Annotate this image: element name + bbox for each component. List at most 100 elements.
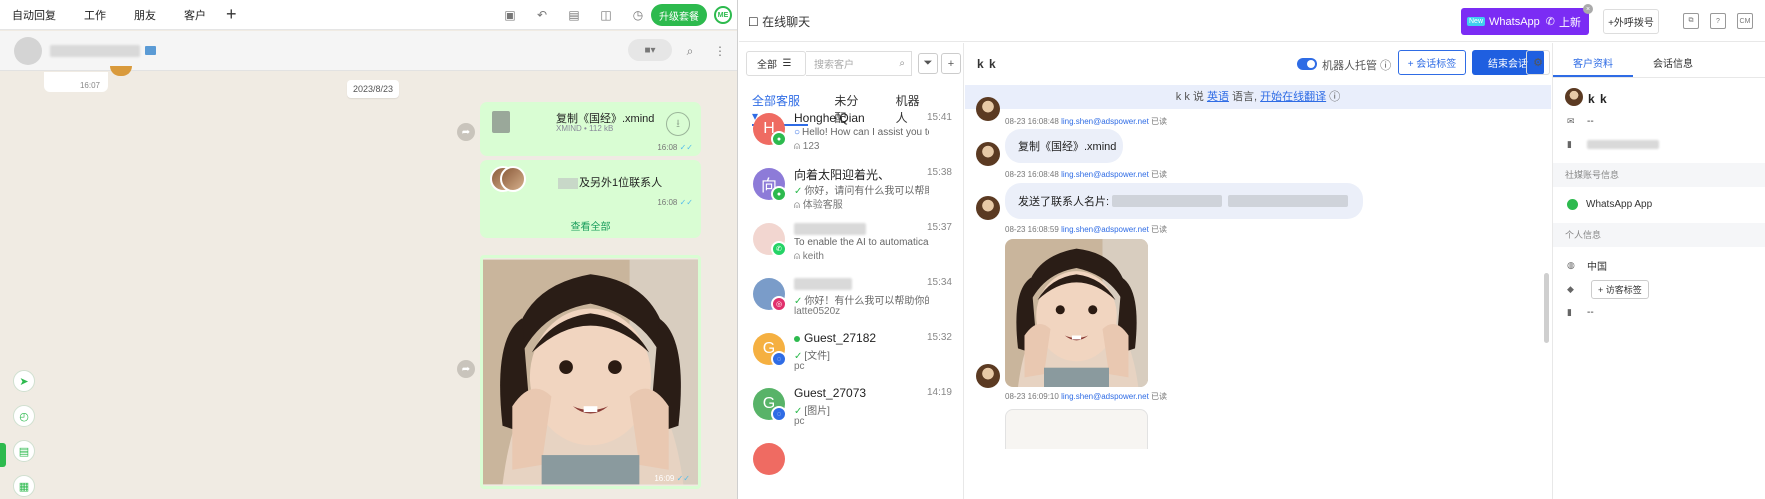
conversation-item[interactable]: 向 ● 向着太阳迎着光、 15:38 ✓ 你好，请问有什么我可以帮助... ⍝ 体… xyxy=(739,162,963,222)
photo-message[interactable] xyxy=(1005,239,1148,387)
text-message[interactable]: 复制《国经》.xmind xyxy=(1005,129,1123,163)
conversation-item[interactable]: H ● Honghe Qian 15:41 ○ Hello! How can I … xyxy=(739,107,963,167)
cm-icon[interactable]: CM xyxy=(1737,13,1753,29)
contact-text: 及另外1位联系人 xyxy=(558,174,662,190)
top-nav: 自动回复 工作 朋友 客户 + ▣ ↶ ▤ ◫ ◷ ▦ 升级套餐 ME xyxy=(0,0,737,30)
visitor-tag-button[interactable]: + 访客标签 xyxy=(1591,280,1649,299)
settings-icon[interactable]: ⚙ xyxy=(1526,50,1550,75)
schedule-icon[interactable]: ▦ xyxy=(13,475,35,497)
contact-card-icon[interactable]: ▤ xyxy=(564,5,584,25)
avatar xyxy=(1565,88,1583,106)
nav-work[interactable]: 工作 xyxy=(84,7,106,23)
conversation-item[interactable]: G ◌ Guest_27073 14:19 ✓ [图片] pc xyxy=(739,382,963,442)
launch-label: 上新 xyxy=(1558,16,1581,29)
filter-icon[interactable]: ⏷ xyxy=(918,53,938,74)
message-meta: 08-23 16:08:48 ling.shen@adspower.net 已读 xyxy=(1005,117,1168,126)
instagram-icon: ◎ xyxy=(771,296,787,312)
messenger-panel: 自动回复 工作 朋友 客户 + ▣ ↶ ▤ ◫ ◷ ▦ 升级套餐 ME ■▾ ⌕… xyxy=(0,0,738,499)
conversation-preview: ✓ 你好！有什么我可以帮助你的... xyxy=(794,296,929,307)
contact-message[interactable]: 及另外1位联系人 16:08 ✓✓ 查看全部 xyxy=(480,160,701,238)
view-all-link[interactable]: 查看全部 xyxy=(480,218,701,233)
file-icon xyxy=(492,111,510,133)
conversation-time: 14:19 xyxy=(926,387,952,398)
download-icon[interactable]: ⭳ xyxy=(666,112,690,136)
message-time: 16:08 ✓✓ xyxy=(657,143,693,152)
more-icon[interactable]: ⋮ xyxy=(710,41,730,61)
image-icon[interactable]: ▣ xyxy=(500,5,520,25)
phone-blurred xyxy=(1587,140,1659,149)
robot-label: 机器人托管 ⓘ xyxy=(1322,60,1392,72)
contact-avatars xyxy=(490,166,526,194)
next-photo-message[interactable] xyxy=(1005,409,1148,449)
robot-toggle[interactable] xyxy=(1297,58,1317,70)
search-icon[interactable]: ⌕ xyxy=(680,41,700,61)
conversation-name: 向着太阳迎着光、 xyxy=(794,168,891,182)
conversation-agent: pc xyxy=(794,361,805,372)
search-input[interactable]: 搜索客户 ⌕ xyxy=(806,51,912,76)
scrollbar[interactable] xyxy=(1544,273,1549,343)
avatar xyxy=(976,364,1000,388)
contact-icon[interactable]: ▤ xyxy=(13,440,35,462)
conversation-item[interactable]: ◎ 15:34 ✓ 你好！有什么我可以帮助你的... latte0520z xyxy=(739,272,963,332)
channel-icon: ● xyxy=(771,131,787,147)
screen: 自动回复 工作 朋友 客户 + ▣ ↶ ▤ ◫ ◷ ▦ 升级套餐 ME ■▾ ⌕… xyxy=(0,0,1765,499)
add-conversation-icon[interactable]: + xyxy=(941,53,961,74)
conversation-preview: ✓ [文件] xyxy=(794,351,830,362)
nav-auto-reply[interactable]: 自动回复 xyxy=(12,7,56,23)
briefcase-icon[interactable]: ◫ xyxy=(596,5,616,25)
reply-icon[interactable]: ↶ xyxy=(532,5,552,25)
whatsapp-row[interactable]: WhatsApp App xyxy=(1567,199,1652,210)
avatar[interactable] xyxy=(14,37,42,65)
contact-card-message[interactable]: 发送了联系人名片: xyxy=(1005,183,1363,219)
forward-icon[interactable]: ➦ xyxy=(457,360,475,378)
all-filter-select[interactable]: 全部 ☰ xyxy=(746,51,806,76)
help-icon[interactable]: ? xyxy=(1710,13,1726,29)
nav-friends[interactable]: 朋友 xyxy=(134,7,156,23)
conversation-item[interactable] xyxy=(739,437,963,497)
forward-icon[interactable]: ➦ xyxy=(457,123,475,141)
message-list: 08-23 16:08:48 ling.shen@adspower.net 已读… xyxy=(965,97,1551,499)
message-time: 16:09 ✓✓ xyxy=(654,474,690,483)
conversation-item[interactable]: ✆ 15:37 To enable the AI to automatica ⍝… xyxy=(739,217,963,277)
sticker-fragment xyxy=(110,66,132,76)
add-icon[interactable]: + xyxy=(226,4,237,25)
mail-icon: ✉ xyxy=(1567,116,1575,126)
alarm-icon[interactable]: ◷ xyxy=(628,5,648,25)
contact-name-blurred xyxy=(50,45,140,57)
photo-message[interactable]: 16:09 ✓✓ xyxy=(480,255,701,489)
start-translate-link[interactable]: 开始在线翻译 xyxy=(1260,91,1326,103)
whatsapp-promo-badge[interactable]: New WhatsApp ✆ 上新 × xyxy=(1461,4,1593,35)
video-call-button[interactable]: ■▾ xyxy=(628,39,672,61)
copy-icon[interactable]: ⧉ xyxy=(1683,13,1699,29)
tag-icon: ◆ xyxy=(1567,284,1574,294)
web-chat-icon: ◌ xyxy=(771,406,787,422)
side-handle[interactable] xyxy=(0,443,6,467)
avatar xyxy=(976,196,1000,220)
reminder-icon[interactable]: ◴ xyxy=(13,405,35,427)
add-tag-button[interactable]: + 会话标签 xyxy=(1398,50,1466,75)
file-meta: XMIND • 112 kB xyxy=(556,124,614,133)
conversation-item[interactable]: G ◌ Guest_27182 15:32 ✓ [文件] pc xyxy=(739,327,963,387)
me-badge[interactable]: ME xyxy=(714,6,732,24)
child-photo xyxy=(483,259,698,485)
info-tabs: 客户资料 会话信息 xyxy=(1553,43,1765,78)
search-icon: ⌕ xyxy=(899,58,905,69)
outbound-call-button[interactable]: +外呼拨号 xyxy=(1603,9,1659,34)
conversation-time: 15:34 xyxy=(926,277,952,288)
email-row: ✉ -- xyxy=(1567,116,1594,127)
nav-customers[interactable]: 客户 xyxy=(184,7,206,23)
tab-session-info[interactable]: 会话信息 xyxy=(1633,43,1713,77)
message-meta: 08-23 16:09:10 ling.shen@adspower.net 已读 xyxy=(1005,392,1168,401)
language-link[interactable]: 英语 xyxy=(1207,91,1229,103)
personal-section-header: 个人信息 xyxy=(1553,223,1765,247)
file-message[interactable]: 复制《国经》.xmind XMIND • 112 kB ⭳ 16:08 ✓✓ xyxy=(480,102,701,156)
conversation-preview: ✓ [图片] xyxy=(794,406,830,417)
phone-row: ▮ xyxy=(1567,139,1659,150)
send-icon[interactable]: ➤ xyxy=(13,370,35,392)
message-area: 16:07 2023/8/23 ➦ 复制《国经》.xmind XMIND • 1… xyxy=(0,66,737,499)
close-icon[interactable]: × xyxy=(1583,4,1593,14)
conversation-agent: ⍝ 123 xyxy=(794,141,820,152)
upgrade-button[interactable]: 升级套餐 xyxy=(651,4,707,26)
business-card-icon xyxy=(145,46,156,55)
tab-customer-profile[interactable]: 客户资料 xyxy=(1553,43,1633,77)
